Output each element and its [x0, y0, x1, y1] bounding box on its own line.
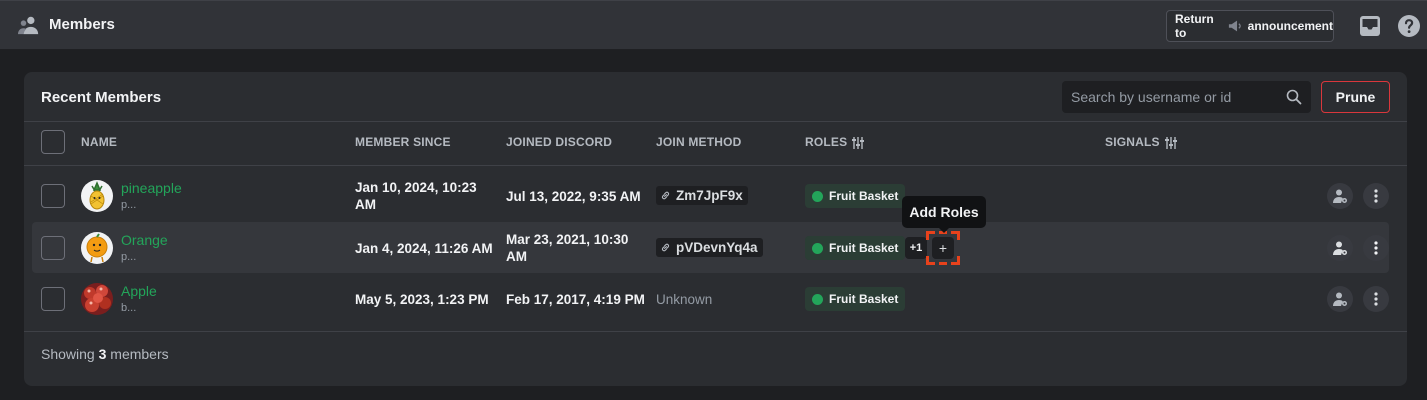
member-username[interactable]: Apple — [121, 283, 157, 299]
role-color-dot — [812, 190, 823, 202]
member-since-cell: May 5, 2023, 1:23 PM — [355, 292, 489, 307]
return-to-channel-button[interactable]: Return to announcement — [1166, 10, 1334, 42]
invite-code: Zm7JpF9x — [676, 188, 743, 203]
invite-code: pVDevnYq4a — [676, 240, 758, 255]
roles-filter-icon[interactable] — [851, 136, 865, 150]
more-vertical-icon — [1374, 292, 1378, 306]
joined-discord-cell: Feb 17, 2017, 4:19 PM — [506, 292, 645, 307]
avatar[interactable] — [81, 180, 113, 212]
footer-prefix: Showing — [41, 346, 95, 362]
link-icon — [661, 191, 670, 200]
role-chip[interactable]: Fruit Basket — [805, 287, 906, 311]
role-name: Fruit Basket — [829, 241, 899, 255]
join-method-unknown: Unknown — [656, 292, 713, 307]
role-name: Fruit Basket — [829, 189, 899, 203]
more-options-button[interactable] — [1363, 235, 1389, 261]
pineapple-avatar-icon — [89, 181, 105, 210]
member-display-name: b... — [121, 302, 137, 314]
member-profile-button[interactable] — [1327, 286, 1353, 312]
user-settings-icon — [1333, 241, 1347, 255]
recent-members-panel: Recent Members Prune NAME MEMBER SINCE J… — [24, 72, 1407, 386]
more-vertical-icon — [1374, 189, 1378, 203]
member-profile-button[interactable] — [1327, 235, 1353, 261]
member-display-name: p... — [121, 251, 137, 263]
column-header-member-since[interactable]: MEMBER SINCE — [355, 135, 451, 149]
role-name: Fruit Basket — [829, 292, 899, 306]
joined-discord-cell: Jul 13, 2022, 9:35 AM — [506, 189, 641, 204]
search-input[interactable] — [1062, 81, 1311, 113]
apple-avatar-icon — [84, 285, 111, 312]
role-chip[interactable]: Fruit Basket — [805, 184, 906, 208]
member-since-cell: Jan 4, 2024, 11:26 AM — [355, 241, 493, 256]
add-role-button[interactable]: + — [932, 237, 954, 259]
role-chip[interactable]: Fruit Basket — [805, 236, 906, 260]
page-title: Members — [49, 16, 115, 33]
members-icon — [18, 16, 39, 35]
avatar[interactable] — [81, 232, 113, 264]
member-since-cell: Jan 10, 2024, 10:23 AM — [355, 180, 477, 212]
invite-code-chip[interactable]: pVDevnYq4a — [656, 238, 763, 257]
column-header-roles: ROLES — [805, 135, 848, 149]
joined-discord-cell: Mar 23, 2021, 10:30 AM — [506, 232, 629, 264]
user-settings-icon — [1333, 292, 1347, 306]
help-icon[interactable] — [1397, 14, 1421, 38]
invite-code-chip[interactable]: Zm7JpF9x — [656, 186, 748, 205]
row-checkbox[interactable] — [41, 236, 65, 260]
avatar[interactable] — [81, 283, 113, 315]
select-all-checkbox[interactable] — [41, 130, 65, 154]
member-count: 3 — [98, 346, 107, 362]
column-header-join-method: JOIN METHOD — [656, 135, 742, 149]
member-username[interactable]: pineapple — [121, 180, 182, 196]
return-label: Return to — [1175, 12, 1214, 40]
divider — [24, 165, 1407, 166]
more-roles-badge[interactable]: +1 — [905, 237, 927, 259]
footer-suffix: members — [110, 346, 169, 362]
member-display-name: p... — [121, 199, 137, 211]
user-settings-icon — [1333, 189, 1347, 203]
more-vertical-icon — [1374, 241, 1378, 255]
column-header-joined-discord[interactable]: JOINED DISCORD — [506, 135, 612, 149]
panel-title: Recent Members — [41, 89, 162, 106]
column-header-signals: SIGNALS — [1105, 135, 1160, 149]
top-bar: Members Return to announcement — [0, 0, 1427, 50]
megaphone-icon — [1229, 20, 1242, 32]
role-color-dot — [812, 242, 823, 254]
link-icon — [661, 243, 670, 252]
inbox-icon[interactable] — [1359, 15, 1381, 37]
signals-filter-icon[interactable] — [1164, 136, 1178, 150]
row-checkbox[interactable] — [41, 287, 65, 311]
return-channel-name: announcement — [1247, 19, 1333, 33]
more-options-button[interactable] — [1363, 286, 1389, 312]
orange-avatar-icon — [86, 233, 108, 263]
more-options-button[interactable] — [1363, 183, 1389, 209]
member-count-footer: Showing 3 members — [41, 346, 169, 362]
search-icon — [1286, 89, 1302, 105]
divider — [24, 121, 1407, 122]
prune-button[interactable]: Prune — [1321, 81, 1390, 113]
column-header-name[interactable]: NAME — [81, 135, 117, 149]
member-username[interactable]: Orange — [121, 232, 168, 248]
add-roles-tooltip: Add Roles — [902, 196, 986, 233]
divider — [24, 331, 1407, 332]
member-profile-button[interactable] — [1327, 183, 1353, 209]
row-checkbox[interactable] — [41, 184, 65, 208]
role-color-dot — [812, 293, 823, 305]
